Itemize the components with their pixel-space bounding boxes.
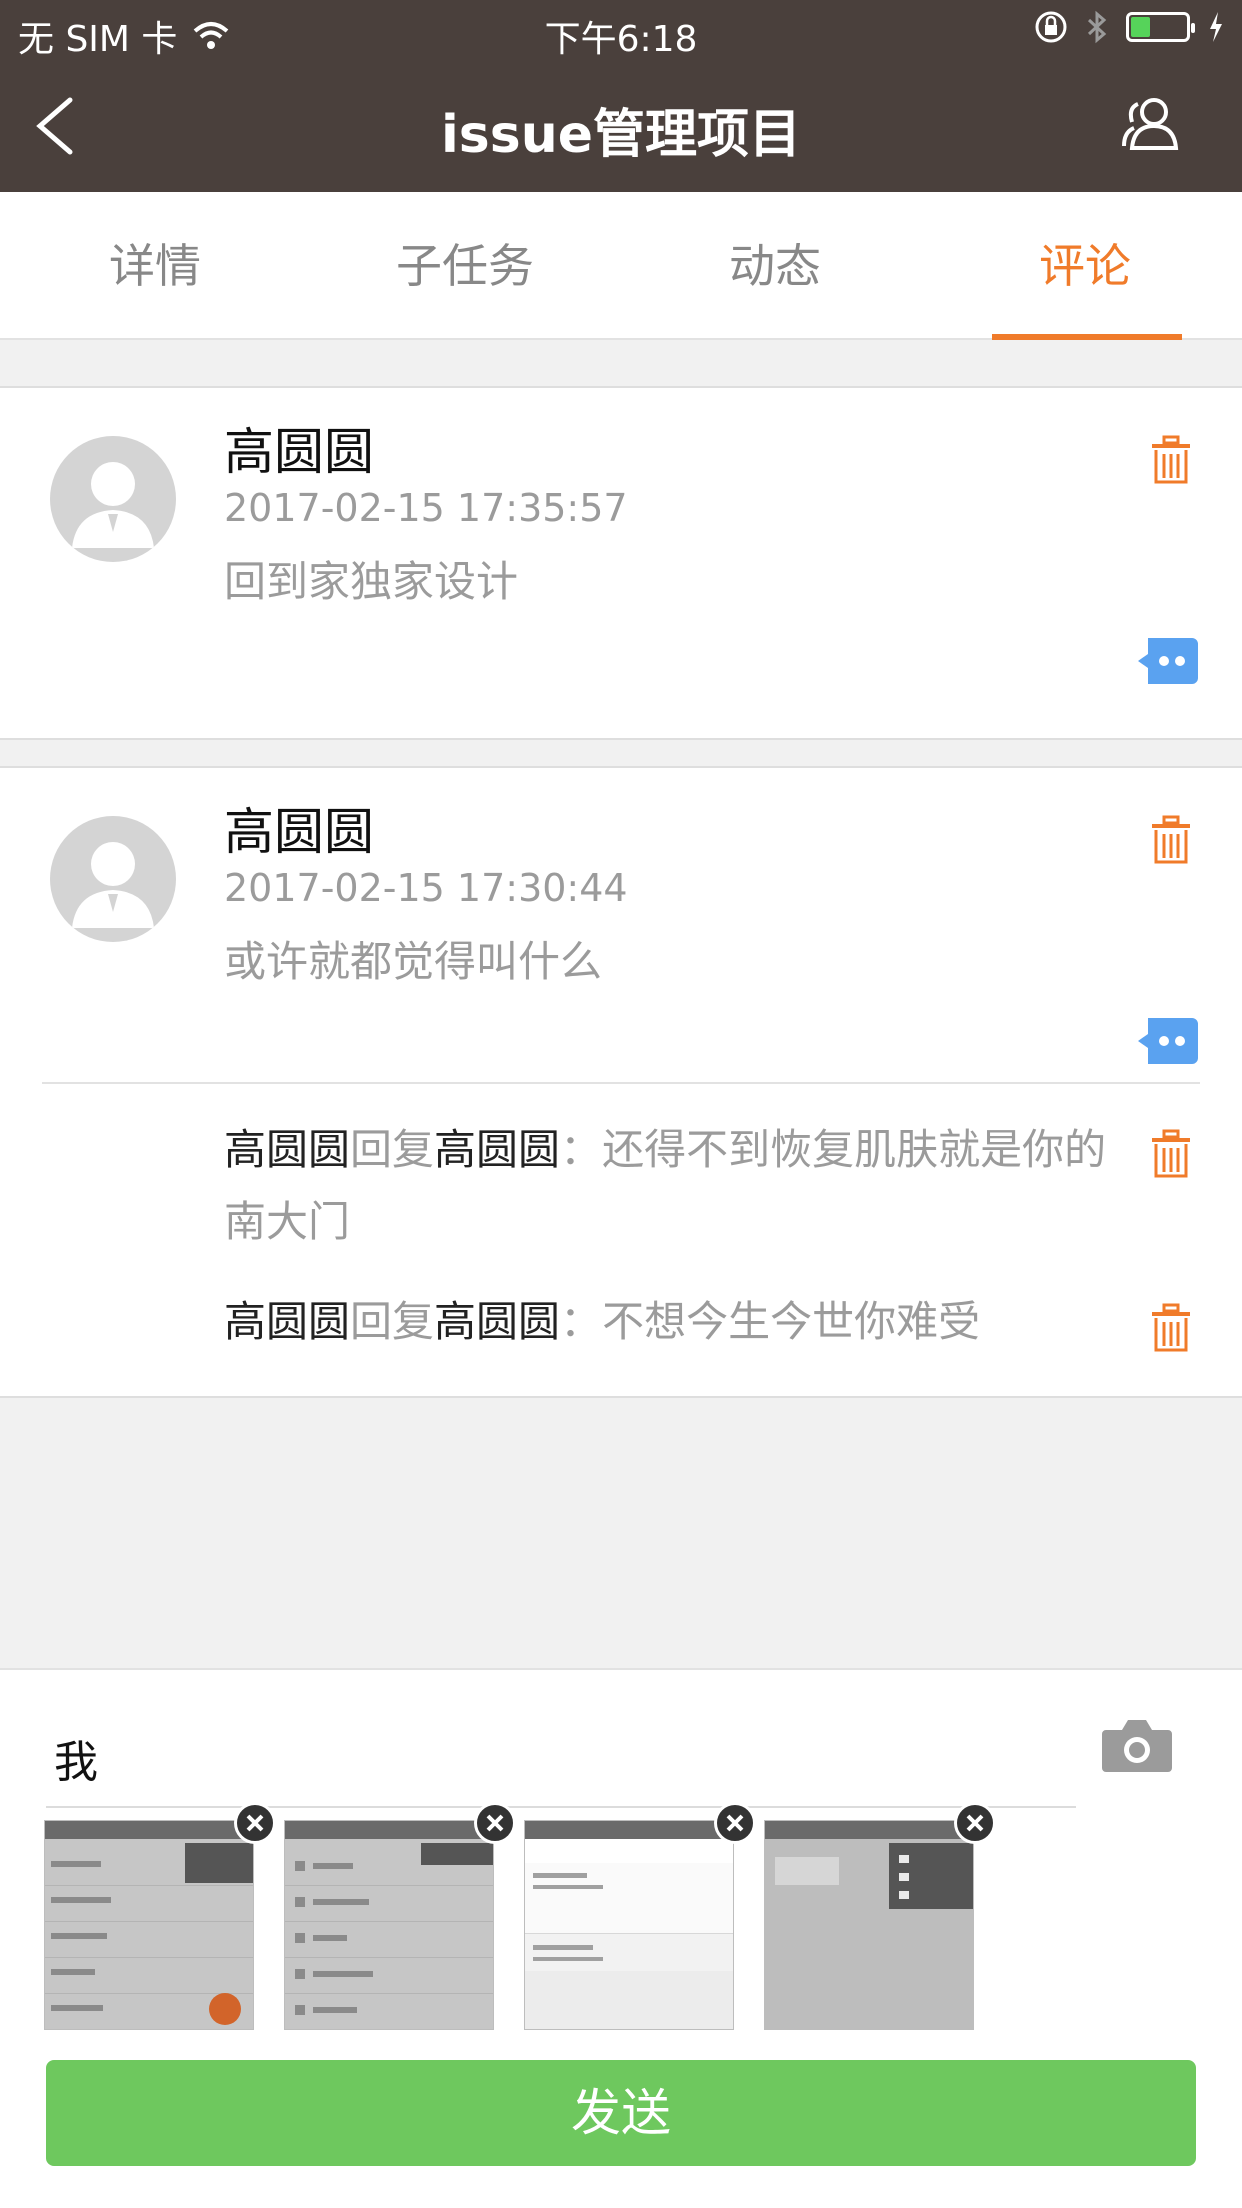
comment-time: 2017-02-15 17:30:44 [224,866,628,910]
reply-from: 高圆圆 [224,1125,351,1174]
status-right [1034,10,1224,44]
comment-author: 高圆圆 [224,423,374,481]
comment-input[interactable] [46,1710,1076,1808]
remove-attachment-button[interactable] [954,1802,996,1844]
battery-icon [1126,12,1195,42]
charging-icon [1210,12,1222,42]
attachment-image [284,1820,494,2030]
avatar [50,816,176,942]
reply-divider [42,1082,1200,1084]
screen: 无 SIM 卡 下午6:18 issue管理项目 详情 子任务 动态 评论 高圆… [0,0,1242,2208]
attachment-thumbnail[interactable] [524,1802,756,2030]
attachment-image [764,1820,974,2030]
tab-subtasks[interactable]: 子任务 [310,192,620,340]
comment-text: 回到家独家设计 [224,557,519,606]
comment-author: 高圆圆 [224,803,374,861]
reply-to: 高圆圆 [434,1125,561,1174]
bluetooth-icon [1087,10,1107,44]
send-button[interactable]: 发送 [46,2060,1196,2166]
reply-from: 高圆圆 [224,1297,351,1346]
reply-to: 高圆圆 [434,1297,561,1346]
reply-text: 不想今生今世你难受 [602,1297,981,1346]
attachment-thumbnail[interactable] [284,1802,516,2030]
remove-attachment-button[interactable] [474,1802,516,1844]
comment-card: 高圆圆 2017-02-15 17:35:57 回到家独家设计 [0,386,1242,740]
trash-icon[interactable] [1148,434,1194,486]
trash-icon[interactable] [1148,814,1194,866]
rotation-lock-icon [1035,11,1067,43]
comment-text: 或许就都觉得叫什么 [224,937,603,986]
comment-card: 高圆圆 2017-02-15 17:30:44 或许就都觉得叫什么 高圆圆回复高… [0,766,1242,1398]
page-title: issue管理项目 [440,105,801,165]
trash-icon[interactable] [1148,1302,1194,1354]
attachment-image [524,1820,734,2030]
comment-time: 2017-02-15 17:35:57 [224,486,628,530]
reply-item: 高圆圆回复高圆圆：不想今生今世你难受 [224,1286,1124,1358]
remove-attachment-button[interactable] [714,1802,756,1844]
default-avatar-icon [72,842,154,928]
attachment-thumbnail[interactable] [764,1802,996,2030]
tab-bar: 详情 子任务 动态 评论 [0,192,1242,340]
reply-bubble-icon[interactable] [1138,1018,1198,1064]
top-bar: 无 SIM 卡 下午6:18 issue管理项目 [0,0,1242,192]
status-bar: 无 SIM 卡 下午6:18 [0,0,1242,62]
remove-attachment-button[interactable] [234,1802,276,1844]
people-icon[interactable] [1118,96,1182,152]
comment-composer: 发送 [0,1668,1242,2208]
attachment-image [44,1820,254,2030]
avatar [50,436,176,562]
camera-icon[interactable] [1102,1716,1172,1772]
reply-verb: 回复 [350,1125,435,1174]
trash-icon[interactable] [1148,1128,1194,1180]
reply-separator: ： [560,1297,603,1346]
default-avatar-icon [72,462,154,548]
reply-item: 高圆圆回复高圆圆：还得不到恢复肌肤就是你的南大门 [224,1114,1124,1258]
reply-bubble-icon[interactable] [1138,638,1198,684]
reply-separator: ： [560,1125,603,1174]
tab-comments[interactable]: 评论 [930,192,1240,340]
reply-verb: 回复 [350,1297,435,1346]
tab-details[interactable]: 详情 [0,192,310,340]
active-tab-indicator [992,334,1182,340]
tab-activity[interactable]: 动态 [620,192,930,340]
attachment-thumbnail[interactable] [44,1802,276,2030]
